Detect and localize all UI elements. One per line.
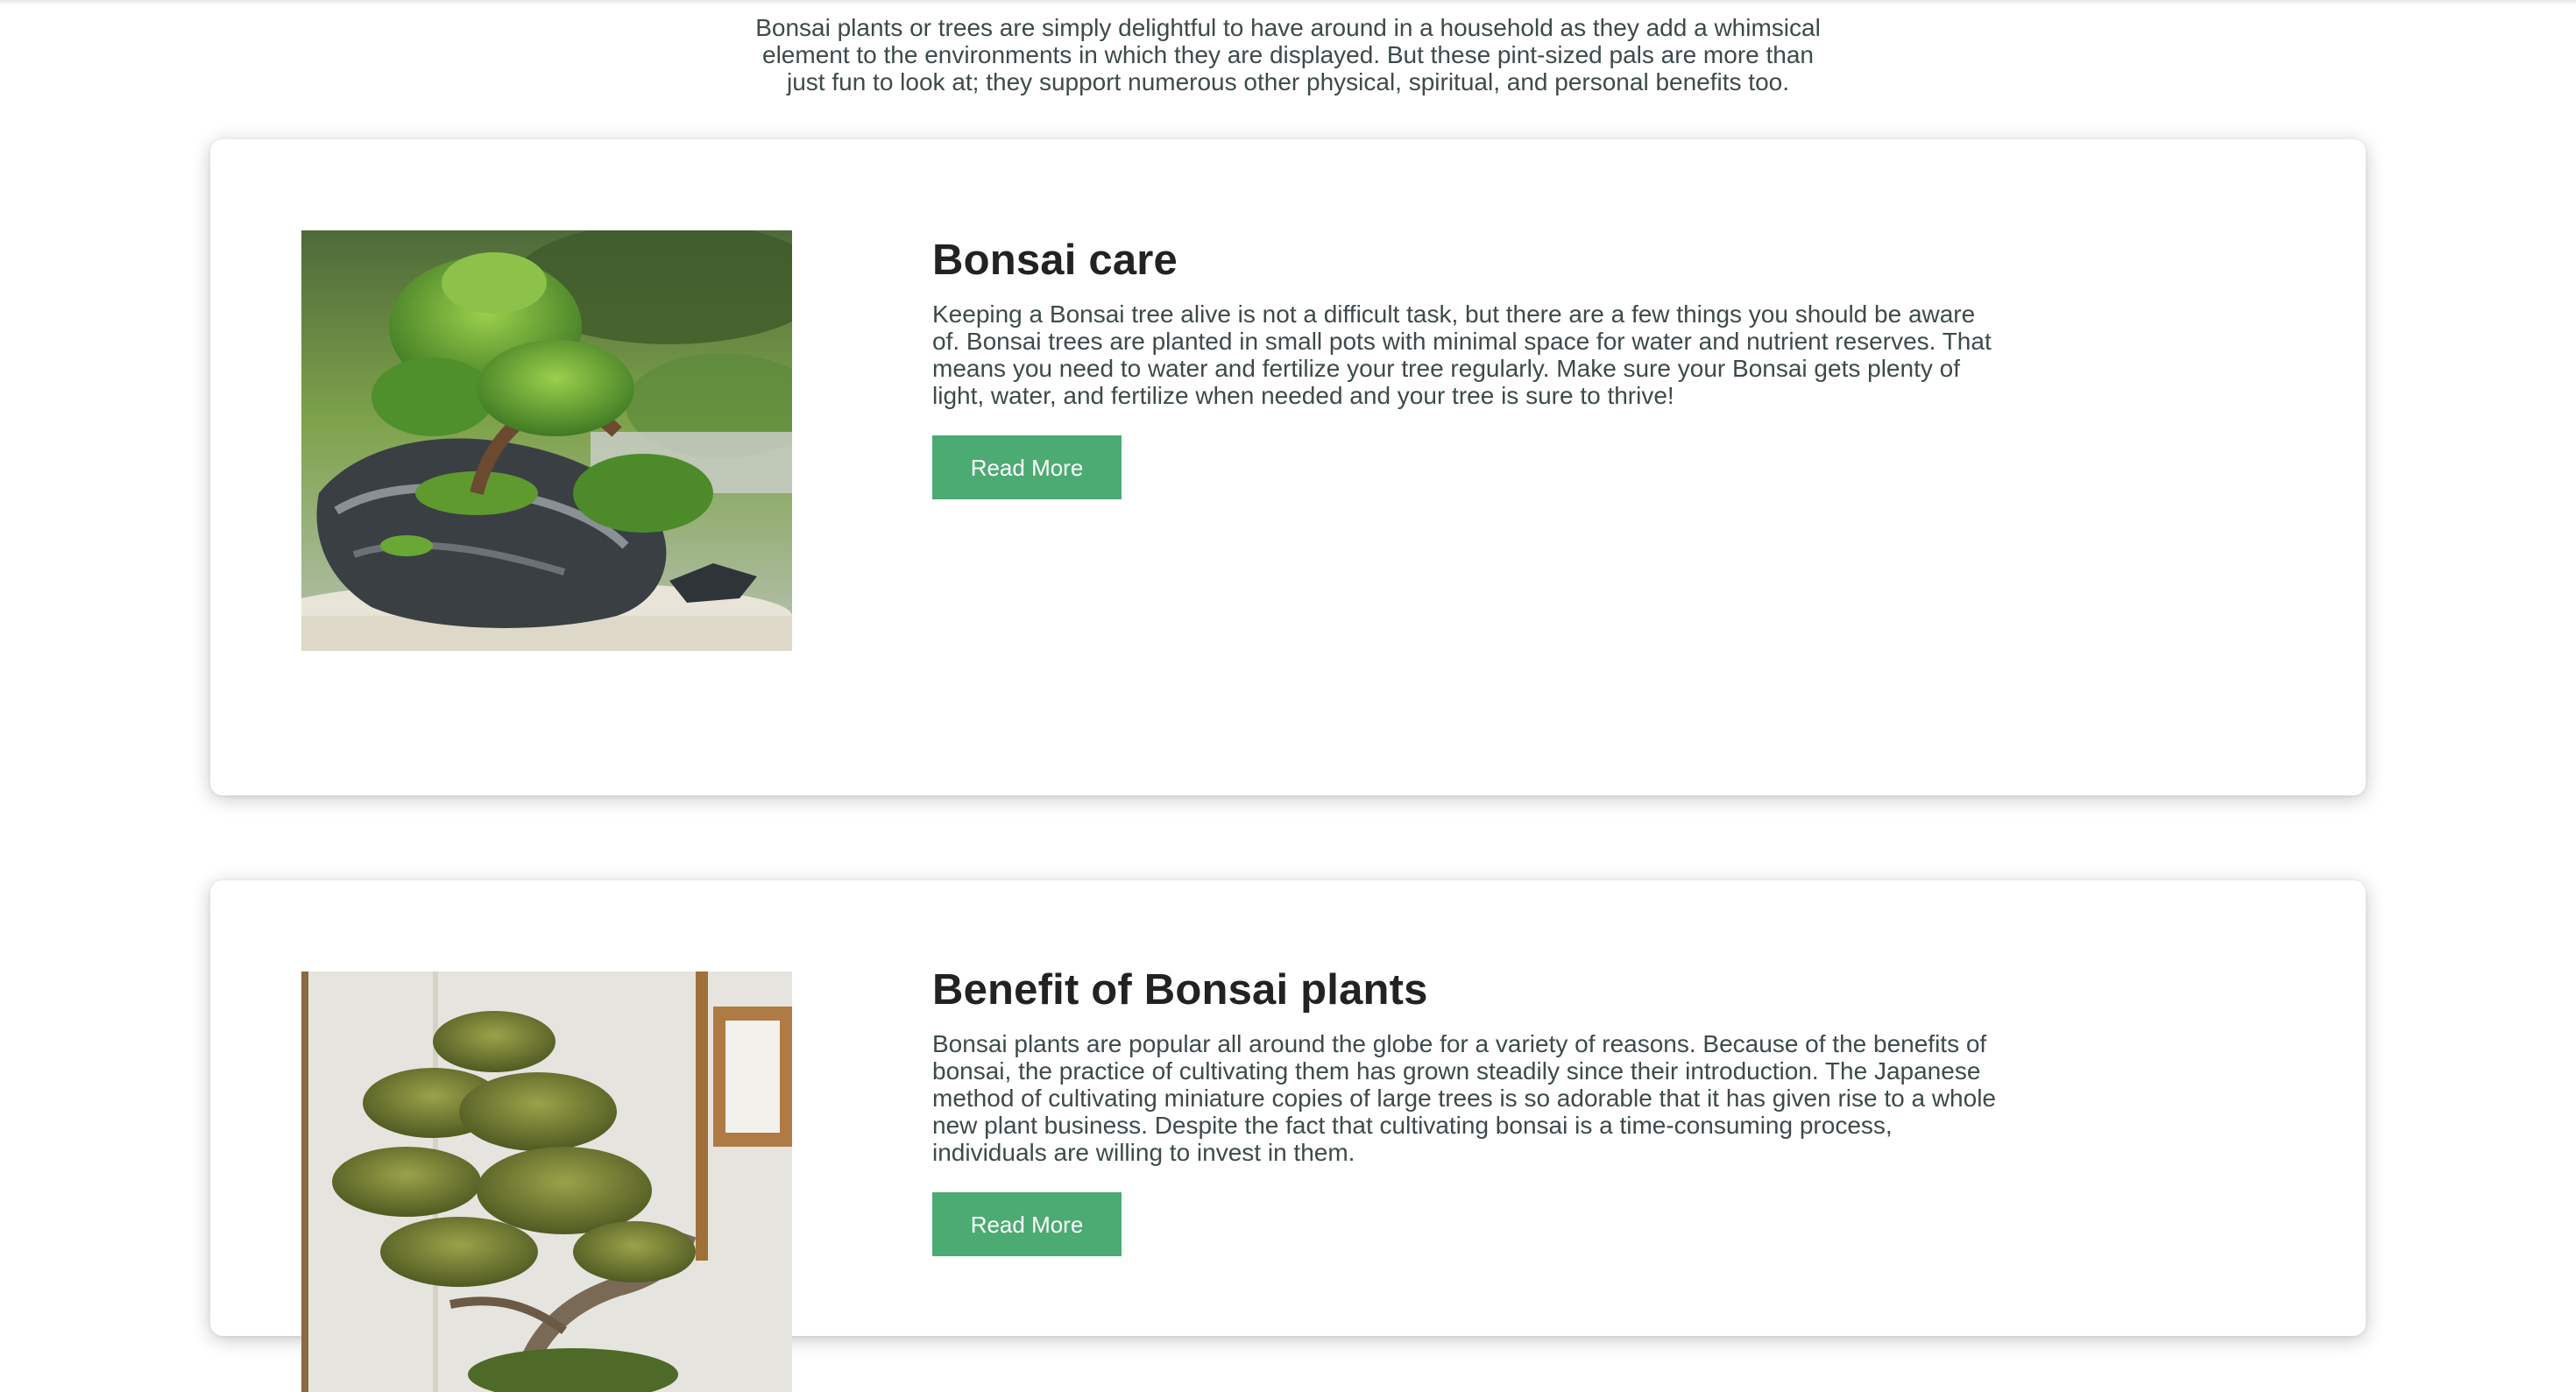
article-card-bonsai-benefits: Benefit of Bonsai plants Bonsai plants a… — [210, 880, 2366, 1392]
read-more-button[interactable]: Read More — [932, 435, 1122, 499]
header-shadow — [0, 0, 2576, 5]
pine-bonsai-image — [301, 972, 792, 1392]
bonsai-on-rock-image — [301, 230, 792, 651]
card-description: Keeping a Bonsai tree alive is not a dif… — [932, 300, 1992, 409]
card-content: Bonsai care Keeping a Bonsai tree alive … — [932, 234, 2019, 499]
read-more-button[interactable]: Read More — [932, 1192, 1122, 1256]
article-card-bonsai-care: Bonsai care Keeping a Bonsai tree alive … — [210, 139, 2366, 795]
card-content: Benefit of Bonsai plants Bonsai plants a… — [932, 964, 2019, 1256]
intro-paragraph: Bonsai plants or trees are simply deligh… — [755, 14, 1821, 95]
card-description: Bonsai plants are popular all around the… — [932, 1030, 1996, 1166]
card-title: Bonsai care — [932, 237, 1178, 284]
card-title: Benefit of Bonsai plants — [932, 966, 1428, 1014]
